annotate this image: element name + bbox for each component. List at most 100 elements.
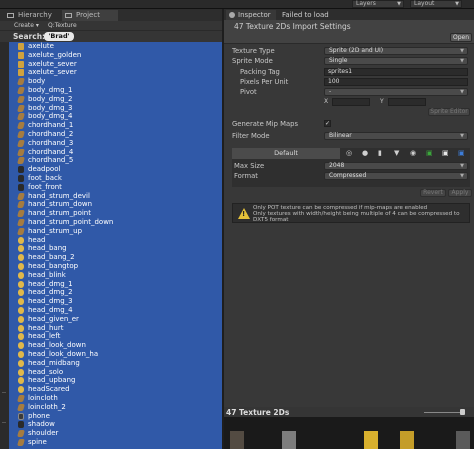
pixels-per-unit-label: Pixels Per Unit [240,78,289,86]
texture-type-row: Texture Type Sprite (2D and UI) ▼ [232,46,470,56]
webgl-icon[interactable]: ▣ [442,150,449,157]
list-item[interactable]: axelute_sever [9,68,222,77]
mipmaps-label: Generate Mip Maps [232,120,299,128]
sprite-mode-dropdown[interactable]: Single ▼ [324,57,468,65]
sprite-editor-button[interactable]: Sprite Editor [428,108,470,116]
list-item[interactable]: head_look_down_ha [9,350,222,359]
list-item[interactable]: foot_front [9,183,222,192]
max-size-label: Max Size [234,162,265,170]
list-item[interactable]: hand_strum_devil [9,192,222,201]
list-item[interactable]: hand_strum_point_down [9,218,222,227]
list-item[interactable]: head_dmg_4 [9,306,222,315]
tab-failed-to-load[interactable]: Failed to load [282,10,342,20]
layout-dropdown[interactable]: Layout ▼ [410,0,462,8]
search-input[interactable]: 'Brad' [44,32,74,41]
windows-store-icon[interactable]: ▣ [426,150,433,157]
list-item-label: chordhand_5 [28,156,74,165]
packing-tag-field[interactable]: sprites1 [324,68,468,76]
prefab-icon [17,201,25,209]
pivot-y-field[interactable] [388,98,426,106]
list-item[interactable]: head_solo [9,368,222,377]
folder-icon [18,43,24,50]
list-item[interactable]: head_bang_2 [9,253,222,262]
list-item[interactable]: hand_strum_down [9,200,222,209]
list-item[interactable]: axelute [9,42,222,51]
list-item[interactable]: head_bang [9,244,222,253]
list-item[interactable]: deadpool [9,165,222,174]
list-item[interactable]: loincloth [9,394,222,403]
list-item[interactable]: chordhand_3 [9,139,222,148]
list-item[interactable]: head_left [9,332,222,341]
platform-tabs: Default ◎ ● ▮ ▼ ◉ ▣ ▣ ▣ [232,148,470,159]
android-icon[interactable]: ▼ [394,150,401,157]
chevron-down-icon: ▼ [460,163,464,169]
list-item[interactable]: shadow [9,420,222,429]
list-item[interactable]: chordhand_5 [9,156,222,165]
list-item-label: head_blink [28,270,66,279]
max-size-dropdown[interactable]: 2048 ▼ [324,162,468,170]
list-item[interactable]: body_dmg_4 [9,112,222,121]
list-item[interactable]: head_hurt [9,324,222,333]
list-item[interactable]: head_dmg_1 [9,280,222,289]
list-item[interactable]: head_dmg_3 [9,297,222,306]
list-item[interactable]: body_dmg_1 [9,86,222,95]
list-item[interactable]: head [9,236,222,245]
list-item-label: head_dmg_2 [28,288,73,297]
list-item[interactable]: phone [9,412,222,421]
ios-icon[interactable]: ▮ [378,150,385,157]
preview-zoom-slider[interactable] [424,412,464,413]
create-button[interactable]: Create ▾ [14,22,39,30]
preview-title: 47 Texture 2Ds [226,408,290,417]
list-item[interactable]: hand_strum_point [9,209,222,218]
list-item[interactable]: hand_strum_up [9,227,222,236]
list-item[interactable]: shoulder [9,429,222,438]
layers-dropdown[interactable]: Layers ▼ [352,0,404,8]
list-item[interactable]: chordhand_2 [9,130,222,139]
list-item[interactable]: headScared [9,385,222,394]
list-item[interactable]: chordhand_1 [9,121,222,130]
open-button[interactable]: Open [450,33,472,42]
list-item-label: loincloth [28,394,58,402]
webplayer-icon[interactable]: ● [362,150,369,157]
pivot-dropdown[interactable]: - ▼ [324,88,468,96]
revert-button[interactable]: Revert [420,189,446,197]
tab-default-platform[interactable]: Default [232,148,340,159]
filter-mode-dropdown[interactable]: Bilinear ▼ [324,132,468,140]
list-item[interactable]: spine [9,438,222,447]
gutter-tick [2,392,6,393]
html5-icon[interactable]: ▣ [458,150,465,157]
list-item[interactable]: loincloth_2 [9,403,222,412]
texture-type-dropdown[interactable]: Sprite (2D and UI) ▼ [324,47,468,55]
list-item[interactable]: head_look_down [9,341,222,350]
standalone-icon[interactable]: ◎ [346,150,353,157]
apply-button[interactable]: Apply [448,189,472,197]
list-item[interactable]: head_upbang [9,376,222,385]
prefab-icon [17,227,25,235]
list-item[interactable]: head_midbang [9,359,222,368]
list-item[interactable]: body_dmg_3 [9,104,222,113]
tab-project[interactable]: Project [62,10,118,21]
packing-tag-label: Packing Tag [240,68,280,76]
pivot-x-field[interactable] [332,98,370,106]
chevron-down-icon: ▼ [460,89,464,95]
list-item[interactable]: axelute_sever [9,60,222,69]
folder-icon [18,69,24,77]
mipmaps-checkbox[interactable]: ✓ [324,120,331,127]
format-dropdown[interactable]: Compressed ▼ [324,172,468,180]
search-filter-path[interactable]: Q:Texture [48,22,77,30]
list-item[interactable]: body_dmg_2 [9,95,222,104]
tab-inspector[interactable]: Inspector [226,10,276,20]
tab-hierarchy[interactable]: Hierarchy [4,10,60,21]
blackberry-icon[interactable]: ◉ [410,150,417,157]
pixels-per-unit-field[interactable]: 100 [324,78,468,86]
list-item[interactable]: head_given_er [9,315,222,324]
slider-thumb[interactable] [460,409,465,415]
list-item[interactable]: foot_back [9,174,222,183]
list-item[interactable]: head_blink [9,271,222,280]
list-item[interactable]: chordhand_4 [9,148,222,157]
list-item-label: head_bang [28,244,67,253]
list-item[interactable]: head_dmg_2 [9,288,222,297]
list-item[interactable]: body [9,77,222,86]
list-item[interactable]: axelute_golden [9,51,222,60]
list-item[interactable]: head_bangtop [9,262,222,271]
